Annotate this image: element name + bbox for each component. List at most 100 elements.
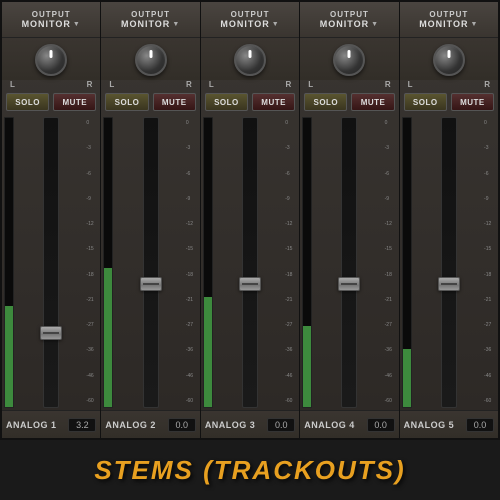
mute-button-1[interactable]: MUTE	[53, 93, 96, 111]
scale-label: -36	[385, 348, 397, 353]
scale-label: -21	[86, 298, 98, 303]
scale-label: -36	[186, 348, 198, 353]
lr-left-3: L	[209, 80, 214, 89]
vu-column-5	[402, 117, 414, 408]
scale-label: -60	[186, 399, 198, 404]
channel-value-2: 0.0	[168, 418, 196, 432]
scale-label: -15	[186, 247, 198, 252]
header-output-5: OUTPUT	[404, 10, 494, 19]
lr-right-1: R	[87, 80, 93, 89]
fader-handle-2[interactable]	[140, 277, 162, 291]
channel-header-1[interactable]: OUTPUT MONITOR ▼	[2, 2, 100, 38]
scale-label: 0	[86, 121, 98, 126]
scale-label: -15	[285, 247, 297, 252]
vu-green-3	[204, 297, 212, 407]
scale-label: -36	[484, 348, 496, 353]
fader-column-2	[117, 117, 183, 408]
fader-handle-3[interactable]	[239, 277, 261, 291]
channel-name-area-4: ANALOG 4 0.0	[300, 410, 398, 438]
knob-4[interactable]	[333, 44, 365, 76]
channel-name-4: ANALOG 4	[304, 420, 355, 430]
channel-value-1: 3.2	[68, 418, 96, 432]
scale-label: -21	[385, 298, 397, 303]
stems-title: STEMS (TRACKOUTS)	[94, 455, 405, 486]
channel-name-area-5: ANALOG 5 0.0	[400, 410, 498, 438]
scale-label: -15	[484, 247, 496, 252]
channel-header-4[interactable]: OUTPUT MONITOR ▼	[300, 2, 398, 38]
scale-label: -21	[484, 298, 496, 303]
fader-track-5	[441, 117, 457, 408]
mute-button-3[interactable]: MUTE	[252, 93, 295, 111]
vu-meter-4	[302, 117, 312, 408]
fader-handle-5[interactable]	[438, 277, 460, 291]
scale-label: 0	[186, 121, 198, 126]
scale-column-3: 0-3-6-9-12-15-18-21-27-36-46-60	[285, 117, 297, 408]
header-monitor-4: MONITOR ▼	[304, 19, 394, 29]
fader-section-2: 0-3-6-9-12-15-18-21-27-36-46-60	[101, 115, 199, 410]
scale-label: -9	[86, 197, 98, 202]
dropdown-arrow-3: ▼	[272, 21, 280, 28]
channel-name-area-1: ANALOG 1 3.2	[2, 410, 100, 438]
lr-left-2: L	[109, 80, 114, 89]
channel-name-1: ANALOG 1	[6, 420, 57, 430]
channel-strip-5: OUTPUT MONITOR ▼ L R SOLO MUTE 0-3-6-9-1…	[400, 2, 498, 438]
scale-column-5: 0-3-6-9-12-15-18-21-27-36-46-60	[484, 117, 496, 408]
fader-column-3	[217, 117, 283, 408]
lr-label-1: L R	[2, 80, 100, 89]
knob-2[interactable]	[135, 44, 167, 76]
channel-header-3[interactable]: OUTPUT MONITOR ▼	[201, 2, 299, 38]
knob-dot-4	[348, 50, 351, 58]
solo-button-5[interactable]: SOLO	[404, 93, 447, 111]
scale-label: -3	[484, 146, 496, 151]
vu-column-2	[103, 117, 115, 408]
scale-label: -15	[86, 247, 98, 252]
knob-area-2	[101, 38, 199, 80]
lr-left-1: L	[10, 80, 15, 89]
lr-right-5: R	[484, 80, 490, 89]
vu-green-5	[403, 349, 411, 407]
solo-button-4[interactable]: SOLO	[304, 93, 347, 111]
scale-label: -6	[285, 172, 297, 177]
vu-green-1	[5, 306, 13, 407]
scale-label: -46	[484, 374, 496, 379]
channel-header-2[interactable]: OUTPUT MONITOR ▼	[101, 2, 199, 38]
knob-1[interactable]	[35, 44, 67, 76]
scale-column-4: 0-3-6-9-12-15-18-21-27-36-46-60	[385, 117, 397, 408]
lr-right-4: R	[385, 80, 391, 89]
knob-area-4	[300, 38, 398, 80]
knob-area-1	[2, 38, 100, 80]
solo-button-1[interactable]: SOLO	[6, 93, 49, 111]
knob-5[interactable]	[433, 44, 465, 76]
mute-button-2[interactable]: MUTE	[153, 93, 196, 111]
fader-handle-1[interactable]	[40, 326, 62, 340]
dropdown-arrow-2: ▼	[172, 21, 180, 28]
channel-name-3: ANALOG 3	[205, 420, 256, 430]
channel-header-5[interactable]: OUTPUT MONITOR ▼	[400, 2, 498, 38]
solo-button-3[interactable]: SOLO	[205, 93, 248, 111]
channel-name-2: ANALOG 2	[105, 420, 156, 430]
scale-label: -6	[86, 172, 98, 177]
title-bar: STEMS (TRACKOUTS)	[0, 440, 500, 500]
channel-name-area-2: ANALOG 2 0.0	[101, 410, 199, 438]
scale-label: -12	[484, 222, 496, 227]
knob-3[interactable]	[234, 44, 266, 76]
lr-label-2: L R	[101, 80, 199, 89]
mute-button-4[interactable]: MUTE	[351, 93, 394, 111]
scale-label: -6	[186, 172, 198, 177]
fader-handle-4[interactable]	[338, 277, 360, 291]
knob-dot-5	[447, 50, 450, 58]
fader-section-4: 0-3-6-9-12-15-18-21-27-36-46-60	[300, 115, 398, 410]
solo-mute-row-1: SOLO MUTE	[2, 89, 100, 115]
solo-button-2[interactable]: SOLO	[105, 93, 148, 111]
scale-label: -6	[385, 172, 397, 177]
mute-button-5[interactable]: MUTE	[451, 93, 494, 111]
header-monitor-2: MONITOR ▼	[105, 19, 195, 29]
lr-label-5: L R	[400, 80, 498, 89]
scale-label: 0	[385, 121, 397, 126]
dropdown-arrow-4: ▼	[371, 21, 379, 28]
dropdown-arrow-1: ▼	[73, 21, 81, 28]
solo-mute-row-2: SOLO MUTE	[101, 89, 199, 115]
scale-label: -46	[285, 374, 297, 379]
channel-strip-2: OUTPUT MONITOR ▼ L R SOLO MUTE 0-3-6-9-1…	[101, 2, 200, 438]
vu-green-2	[104, 268, 112, 407]
